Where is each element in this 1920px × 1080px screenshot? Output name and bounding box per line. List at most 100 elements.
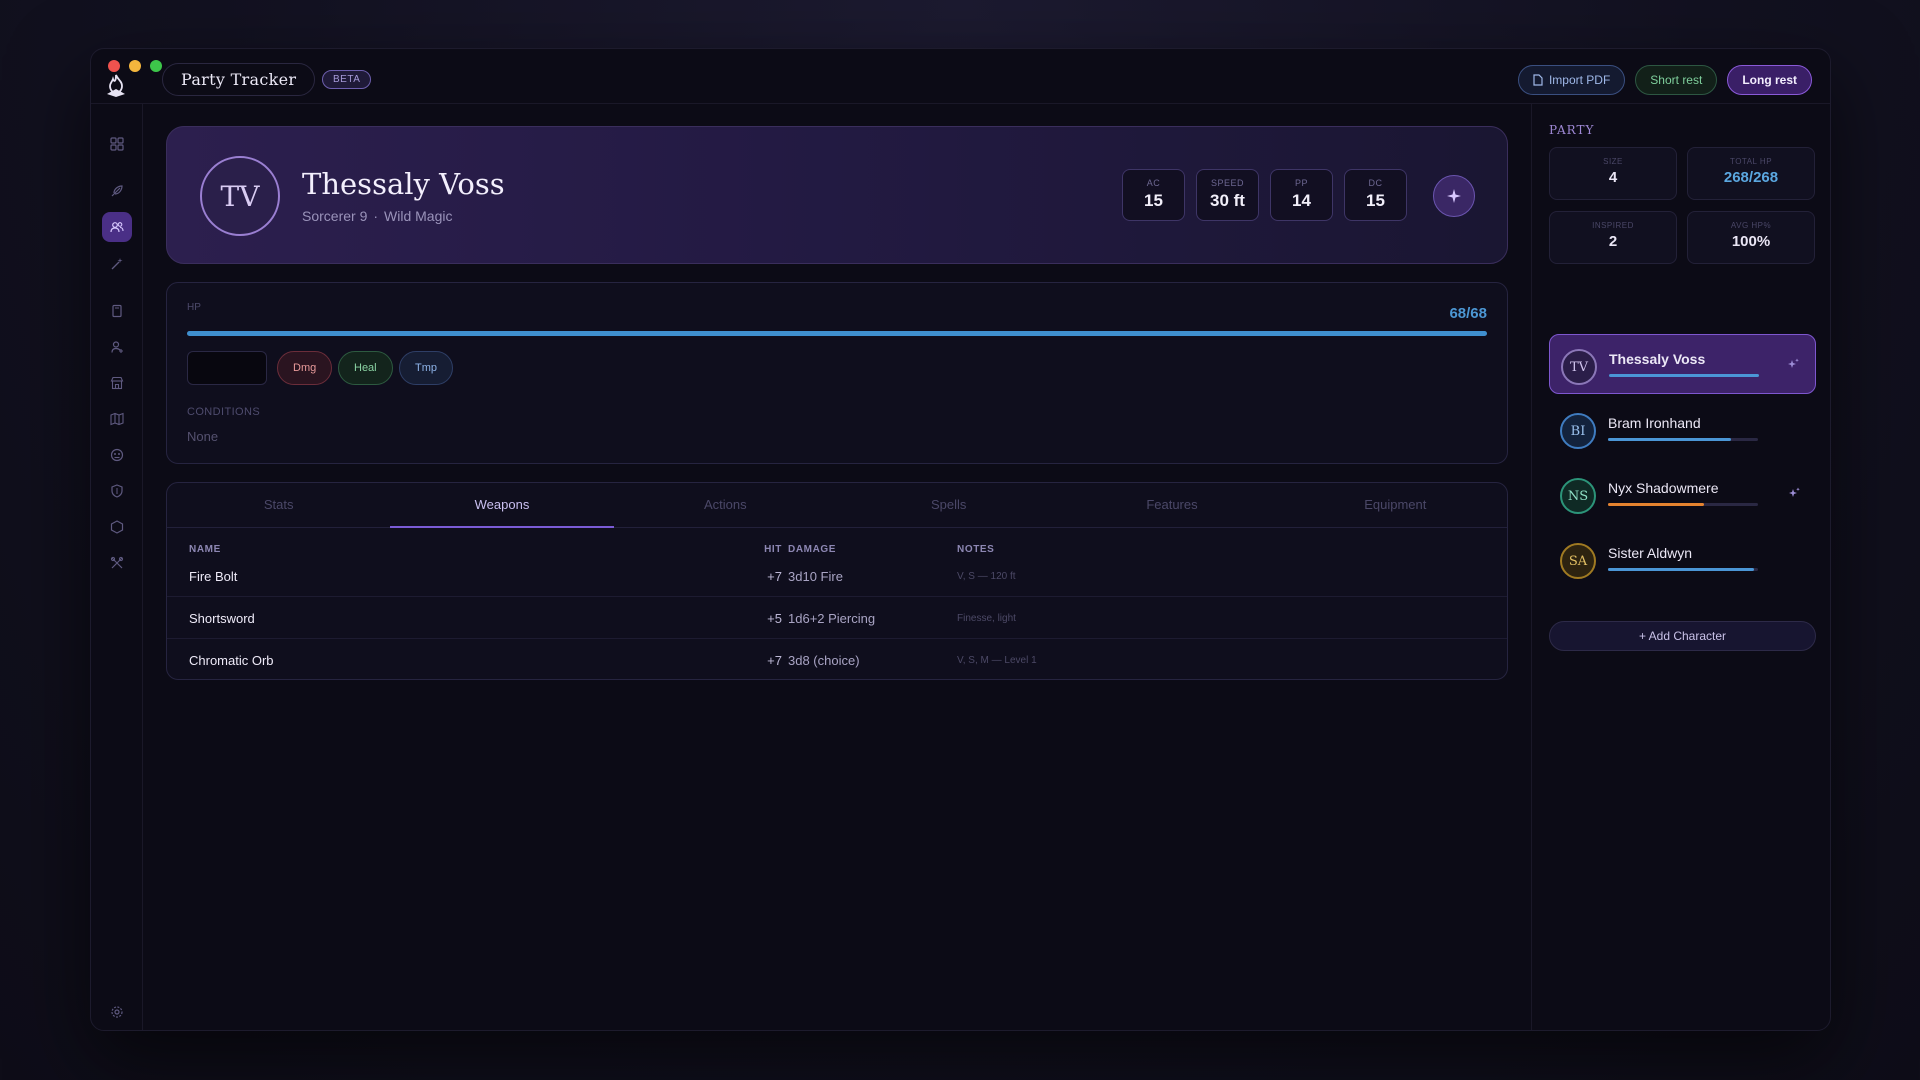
- weapon-damage: 1d6+2 Piercing: [788, 611, 876, 626]
- character-class-level: Sorcerer 9: [302, 208, 368, 224]
- weapon-name: Chromatic Orb: [189, 653, 274, 668]
- wand-icon[interactable]: [102, 249, 132, 279]
- party-member-hp-fill: [1608, 503, 1704, 506]
- top-actions: Import PDF Short rest Long rest: [1517, 65, 1812, 95]
- party-member-hp-bar: [1608, 438, 1758, 441]
- party-avg-hp-stat: AVG HP% 100%: [1687, 211, 1815, 264]
- party-icon[interactable]: [102, 212, 132, 242]
- stat-chip-value: 15: [1144, 191, 1163, 210]
- hp-bar: [187, 331, 1487, 336]
- table-row[interactable]: Shortsword +5 1d6+2 Piercing Finesse, li…: [167, 597, 1507, 639]
- party-member-card[interactable]: NS Nyx Shadowmere: [1549, 464, 1816, 524]
- tab-bar: Stats Weapons Actions Spells Features Eq…: [167, 483, 1507, 528]
- stat-chip-label: DC: [1368, 178, 1383, 188]
- stat-chip-label: SPEED: [1210, 178, 1244, 188]
- inspiration-button[interactable]: [1433, 175, 1475, 217]
- stat-chip-ac: AC 15: [1122, 169, 1185, 221]
- weapon-hit: +7: [767, 653, 782, 668]
- app-title: Party Tracker: [162, 63, 316, 96]
- inspired-sparkle-icon: [1789, 487, 1800, 497]
- short-rest-button[interactable]: Short rest: [1635, 65, 1718, 95]
- party-stat-label: TOTAL HP: [1729, 157, 1773, 166]
- inspired-sparkle-icon: [1788, 358, 1799, 368]
- app-window: Party Tracker BETA Import PDF Short rest…: [90, 48, 1831, 1031]
- dashboard-icon[interactable]: [102, 129, 132, 159]
- party-member-card[interactable]: SA Sister Aldwyn: [1549, 529, 1816, 589]
- weapon-notes: Finesse, light: [957, 613, 1016, 624]
- party-stat-value: 2: [1608, 233, 1618, 250]
- feather-icon[interactable]: [102, 176, 132, 206]
- damage-button[interactable]: Dmg: [277, 351, 333, 385]
- stat-chip-value: 15: [1366, 191, 1385, 210]
- avatar: BI: [1560, 413, 1596, 449]
- long-rest-button[interactable]: Long rest: [1727, 65, 1812, 95]
- stat-chip-label: AC: [1146, 178, 1161, 188]
- character-avatar: TV: [200, 156, 280, 236]
- sidebar-nav: [91, 104, 143, 1030]
- table-row[interactable]: Chromatic Orb +7 3d8 (choice) V, S, M — …: [167, 639, 1507, 679]
- party-member-card[interactable]: BI Bram Ironhand: [1549, 399, 1816, 459]
- tab-equipment[interactable]: Equipment: [1284, 483, 1507, 527]
- hp-bar-fill: [187, 331, 1487, 336]
- weapon-damage: 3d8 (choice): [788, 653, 860, 668]
- party-title: PARTY: [1549, 123, 1595, 137]
- map-icon[interactable]: [102, 404, 132, 434]
- gear-icon[interactable]: [102, 997, 132, 1027]
- party-size-stat: SIZE 4: [1549, 147, 1677, 200]
- tab-features[interactable]: Features: [1060, 483, 1283, 527]
- weapon-hit: +5: [767, 611, 782, 626]
- conditions-value: None: [187, 429, 219, 444]
- party-stat-label: INSPIRED: [1592, 221, 1634, 230]
- minimize-window-button[interactable]: [129, 60, 141, 72]
- party-total-hp-stat: TOTAL HP 268/268: [1687, 147, 1815, 200]
- book-icon[interactable]: [102, 296, 132, 326]
- tab-weapons[interactable]: Weapons: [390, 483, 614, 528]
- party-stat-value: 4: [1608, 169, 1618, 186]
- column-header-damage: DAMAGE: [788, 544, 837, 555]
- column-header-hit: HIT: [764, 544, 782, 555]
- short-rest-label: Short rest: [1650, 73, 1703, 87]
- character-name: Thessaly Voss: [302, 167, 505, 201]
- stat-chip-value: 30 ft: [1210, 191, 1245, 210]
- tools-icon[interactable]: [102, 548, 132, 578]
- import-pdf-button[interactable]: Import PDF: [1517, 65, 1626, 95]
- stat-chip-speed: SPEED 30 ft: [1196, 169, 1259, 221]
- tab-spells[interactable]: Spells: [837, 483, 1060, 527]
- heal-button[interactable]: Heal: [338, 351, 393, 385]
- table-row[interactable]: Fire Bolt +7 3d10 Fire V, S — 120 ft: [167, 555, 1507, 597]
- shield-icon[interactable]: [102, 476, 132, 506]
- shop-icon[interactable]: [102, 368, 132, 398]
- add-character-button[interactable]: + Add Character: [1549, 621, 1816, 651]
- tab-stats[interactable]: Stats: [167, 483, 390, 527]
- long-rest-label: Long rest: [1742, 73, 1797, 87]
- party-stat-value: 268/268: [1723, 169, 1779, 186]
- weapon-notes: V, S, M — Level 1: [957, 655, 1037, 666]
- party-stat-label: SIZE: [1603, 157, 1623, 166]
- monster-icon[interactable]: [102, 440, 132, 470]
- party-member-name: Bram Ironhand: [1608, 415, 1701, 431]
- conditions-label: CONDITIONS: [187, 406, 261, 418]
- sparkle-icon: [1447, 189, 1461, 203]
- party-panel: PARTY SIZE 4 TOTAL HP 268/268 INSPIRED 2…: [1531, 104, 1830, 1030]
- npc-icon[interactable]: [102, 332, 132, 362]
- party-member-name: Nyx Shadowmere: [1608, 480, 1719, 496]
- party-inspired-stat: INSPIRED 2: [1549, 211, 1677, 264]
- app-logo-icon: [107, 74, 125, 97]
- avatar: NS: [1560, 478, 1596, 514]
- stat-chips: AC 15 SPEED 30 ft PP 14 DC 15: [1122, 169, 1407, 221]
- close-window-button[interactable]: [108, 60, 120, 72]
- stat-chip-dc: DC 15: [1344, 169, 1407, 221]
- weapon-name: Fire Bolt: [189, 569, 238, 584]
- weapon-name: Shortsword: [189, 611, 255, 626]
- party-stat-value: 100%: [1731, 233, 1771, 250]
- weapon-damage: 3d10 Fire: [788, 569, 843, 584]
- maximize-window-button[interactable]: [150, 60, 162, 72]
- party-member-hp-bar: [1608, 568, 1758, 571]
- hp-amount-input[interactable]: [187, 351, 267, 385]
- stat-chip-pp: PP 14: [1270, 169, 1333, 221]
- tab-actions[interactable]: Actions: [614, 483, 837, 527]
- dice-icon[interactable]: [102, 512, 132, 542]
- party-member-card[interactable]: TV Thessaly Voss: [1549, 334, 1816, 394]
- temp-hp-button[interactable]: Tmp: [399, 351, 453, 385]
- hp-value: 68/68: [1449, 305, 1487, 322]
